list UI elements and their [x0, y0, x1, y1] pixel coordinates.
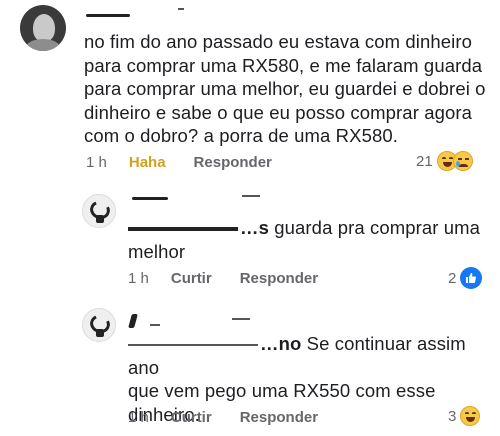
reply-button[interactable]: Responder: [240, 409, 318, 426]
reply-line: …s guarda pra comprar uma: [128, 216, 488, 240]
reaction-count: 21: [416, 152, 433, 170]
reply-actions: 1 h Curtir Responder: [128, 409, 318, 426]
reaction-count: 3: [448, 407, 457, 425]
comment-line: para comprar uma RX580, e me falaram gua…: [84, 54, 483, 76]
redacted-author-name: [128, 314, 138, 328]
avatar-shape: [96, 215, 104, 223]
reply-button[interactable]: Responder: [240, 270, 318, 287]
timestamp: 1 h: [128, 409, 149, 426]
timestamp: 1 h: [86, 154, 107, 171]
sad-emoji-icon: [452, 151, 473, 171]
comment-line: no fim do ano passado eu estava com dinh…: [84, 31, 473, 52]
reaction-summary[interactable]: 2: [448, 267, 483, 289]
like-button[interactable]: Curtir: [171, 409, 212, 426]
redacted-mention: [128, 227, 238, 232]
comment-actions: 1 h Haha Responder: [86, 154, 272, 171]
redacted-author-name-fragment: [232, 318, 250, 320]
reply-body: …s guarda pra comprar uma melhor: [128, 216, 488, 263]
like-button[interactable]: Curtir: [171, 270, 212, 287]
comment-line: dinheiro e sabe o que eu posso comprar a…: [84, 101, 473, 123]
redacted-author-name-fragment: [242, 195, 260, 197]
reaction-count: 2: [448, 269, 457, 287]
haha-reaction-button[interactable]: Haha: [129, 154, 166, 171]
avatar-face: [33, 14, 55, 42]
redacted-author-name: [86, 14, 130, 17]
mention-fragment[interactable]: …no: [260, 333, 301, 354]
reply-line: que vem pego uma RX550 com esse: [128, 380, 436, 401]
avatar-shoulders: [25, 39, 61, 51]
redacted-author-name-fragment: [178, 8, 184, 10]
comment-line: com o dobro? a porra de uma RX580.: [84, 125, 398, 146]
avatar[interactable]: [82, 308, 116, 342]
reply-line: …no Se continuar assim ano: [128, 332, 488, 379]
haha-emoji-icon: [460, 406, 481, 426]
reply-line: melhor: [128, 240, 186, 262]
avatar-shape: [96, 329, 104, 337]
avatar[interactable]: [82, 194, 116, 228]
avatar[interactable]: [20, 5, 66, 51]
reply-button[interactable]: Responder: [194, 154, 272, 171]
like-icon: [460, 267, 483, 289]
reply-actions: 1 h Curtir Responder: [128, 270, 318, 287]
comment-line: para comprar uma melhor, eu guardei e do…: [84, 78, 486, 99]
redacted-author-name-fragment: [150, 324, 160, 326]
reaction-summary[interactable]: 3: [448, 406, 481, 426]
reply-text: guarda pra comprar uma: [274, 217, 481, 238]
mention-fragment[interactable]: …s: [240, 217, 269, 238]
timestamp: 1 h: [128, 270, 149, 287]
redacted-mention: [128, 344, 258, 347]
reaction-summary[interactable]: 21: [416, 151, 473, 171]
redacted-author-name: [132, 197, 168, 200]
comment-body: no fim do ano passado eu estava com dinh…: [84, 30, 494, 148]
